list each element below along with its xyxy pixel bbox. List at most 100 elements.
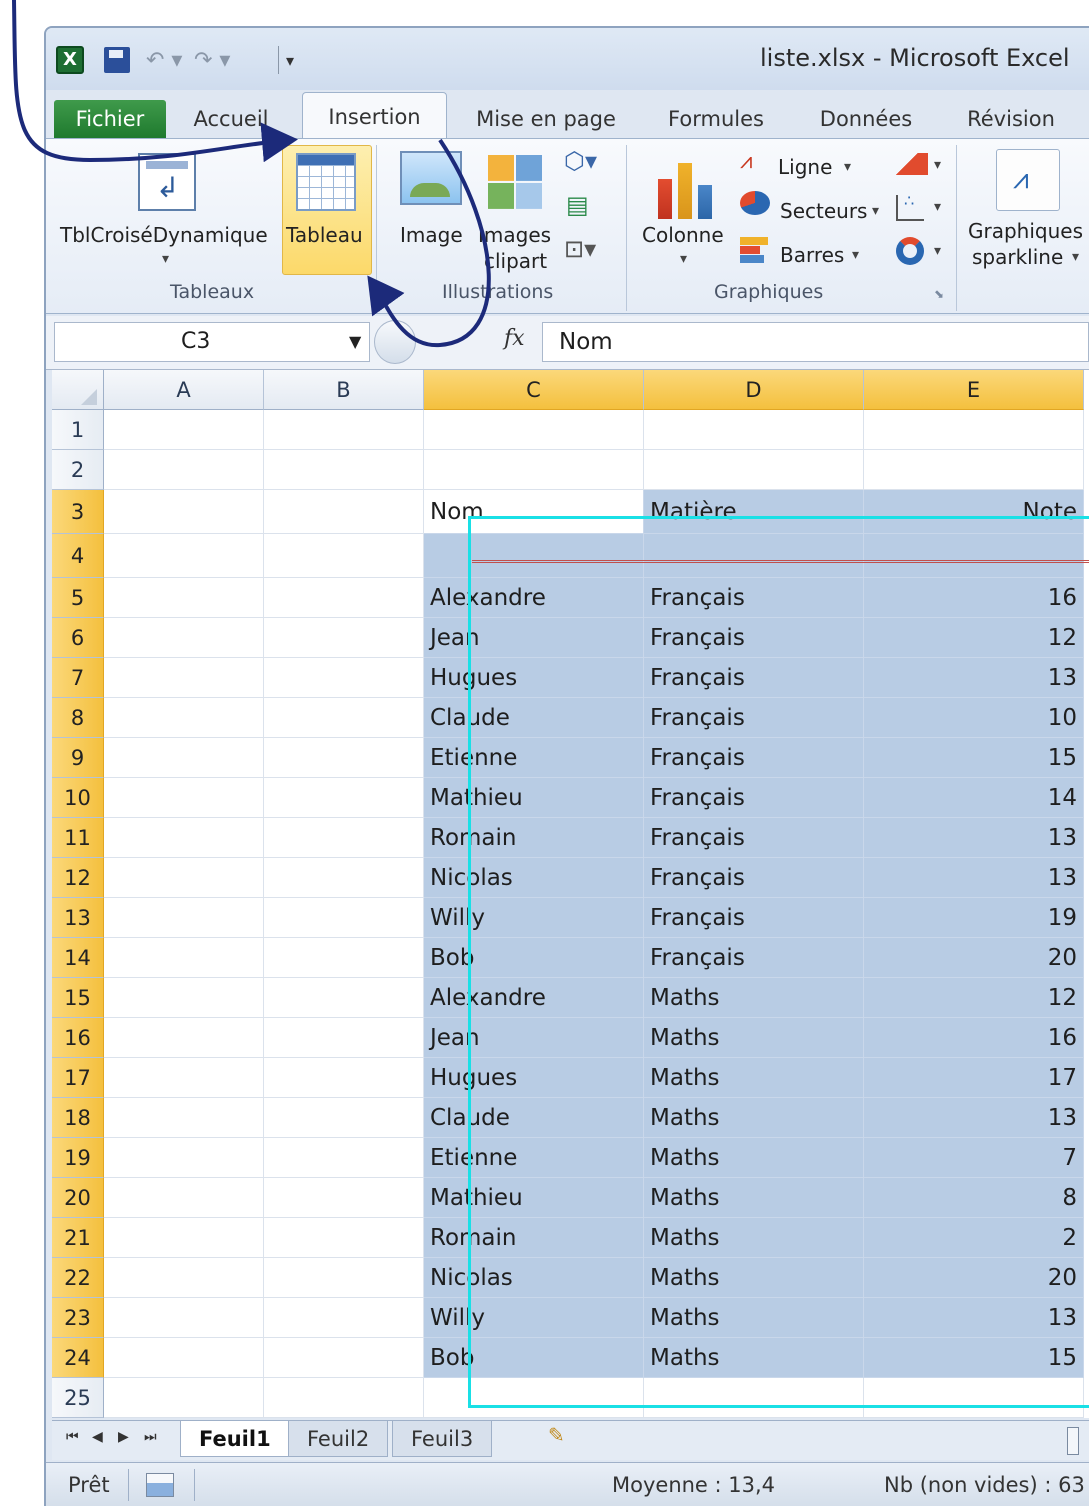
cell-e13[interactable]: 19	[864, 898, 1084, 938]
cell-e3[interactable]: Note	[864, 490, 1084, 534]
cell-c1[interactable]	[424, 410, 644, 450]
cell-e16[interactable]: 16	[864, 1018, 1084, 1058]
column-header-c[interactable]: C	[424, 370, 644, 410]
cell-a12[interactable]	[104, 858, 264, 898]
cell-c23[interactable]: Willy	[424, 1298, 644, 1338]
cell-e15[interactable]: 12	[864, 978, 1084, 1018]
first-sheet-icon[interactable]: ⏮	[66, 1429, 79, 1445]
cell-a3[interactable]	[104, 490, 264, 534]
cell-d11[interactable]: Français	[644, 818, 864, 858]
cell-a16[interactable]	[104, 1018, 264, 1058]
sparkline-button-line1[interactable]: Graphiques	[968, 219, 1083, 243]
sparkline-icon[interactable]	[996, 149, 1060, 211]
cell-d1[interactable]	[644, 410, 864, 450]
cell-d19[interactable]: Maths	[644, 1138, 864, 1178]
colonne-dropdown-icon[interactable]: ▾	[680, 251, 687, 267]
cell-e11[interactable]: 13	[864, 818, 1084, 858]
cell-c17[interactable]: Hugues	[424, 1058, 644, 1098]
cell-b6[interactable]	[264, 618, 424, 658]
cell-b21[interactable]	[264, 1218, 424, 1258]
cell-d13[interactable]: Français	[644, 898, 864, 938]
cell-e8[interactable]: 10	[864, 698, 1084, 738]
status-count[interactable]: Nb (non vides) : 63	[884, 1473, 1085, 1497]
row-header[interactable]: 25	[52, 1378, 104, 1418]
row-header[interactable]: 13	[52, 898, 104, 938]
cell-e17[interactable]: 17	[864, 1058, 1084, 1098]
cell-a6[interactable]	[104, 618, 264, 658]
excel-logo-icon[interactable]: X	[56, 46, 84, 74]
cell-b15[interactable]	[264, 978, 424, 1018]
insert-sheet-icon[interactable]: ✎	[548, 1423, 565, 1447]
cell-b8[interactable]	[264, 698, 424, 738]
column-header-e[interactable]: E	[864, 370, 1084, 410]
sheet-tab-feuil2[interactable]: Feuil2	[288, 1421, 389, 1457]
cell-c8[interactable]: Claude	[424, 698, 644, 738]
macro-record-icon[interactable]	[146, 1473, 174, 1497]
cell-c22[interactable]: Nicolas	[424, 1258, 644, 1298]
row-header[interactable]: 6	[52, 618, 104, 658]
row-header[interactable]: 12	[52, 858, 104, 898]
cell-a9[interactable]	[104, 738, 264, 778]
cell-c4[interactable]	[424, 534, 644, 578]
insert-function-icon[interactable]: fx	[504, 326, 525, 351]
table-icon[interactable]	[296, 153, 356, 211]
pivot-table-icon[interactable]	[138, 153, 196, 211]
secteurs-button[interactable]: Secteurs	[780, 199, 867, 223]
column-header-b[interactable]: B	[264, 370, 424, 410]
pivot-table-dropdown-icon[interactable]: ▾	[162, 251, 169, 267]
tab-insertion[interactable]: Insertion	[302, 92, 447, 140]
cell-d4[interactable]	[644, 534, 864, 578]
sheet-tab-feuil1[interactable]: Feuil1	[180, 1421, 290, 1457]
cell-d24[interactable]: Maths	[644, 1338, 864, 1378]
cell-d18[interactable]: Maths	[644, 1098, 864, 1138]
image-icon[interactable]	[400, 151, 462, 205]
clipart-icon[interactable]	[488, 155, 542, 209]
screenshot-icon[interactable]: ⊡▾	[564, 235, 596, 263]
cell-d9[interactable]: Français	[644, 738, 864, 778]
cell-d17[interactable]: Maths	[644, 1058, 864, 1098]
cell-c25[interactable]	[424, 1378, 644, 1418]
image-button[interactable]: Image	[400, 223, 463, 247]
cell-b3[interactable]	[264, 490, 424, 534]
cell-d23[interactable]: Maths	[644, 1298, 864, 1338]
status-average[interactable]: Moyenne : 13,4	[612, 1473, 775, 1497]
row-header[interactable]: 23	[52, 1298, 104, 1338]
worksheet-grid[interactable]: ABCDE 1 2 3 4 5 6 7 8 9 10 11 12 13 14 15 16 17 18 19 20 21 2…	[52, 370, 1089, 1418]
cell-a8[interactable]	[104, 698, 264, 738]
cell-e7[interactable]: 13	[864, 658, 1084, 698]
smartart-icon[interactable]: ▤	[566, 191, 589, 219]
name-box-dropdown-icon[interactable]: ▼	[349, 323, 361, 361]
cell-b1[interactable]	[264, 410, 424, 450]
cell-a11[interactable]	[104, 818, 264, 858]
cell-c10[interactable]: Mathieu	[424, 778, 644, 818]
cell-d15[interactable]: Maths	[644, 978, 864, 1018]
row-header[interactable]: 4	[52, 534, 104, 578]
cell-d22[interactable]: Maths	[644, 1258, 864, 1298]
row-header[interactable]: 10	[52, 778, 104, 818]
cell-d5[interactable]: Français	[644, 578, 864, 618]
cell-b10[interactable]	[264, 778, 424, 818]
cell-b25[interactable]	[264, 1378, 424, 1418]
cell-c7[interactable]: Hugues	[424, 658, 644, 698]
cell-e1[interactable]	[864, 410, 1084, 450]
cell-c2[interactable]	[424, 450, 644, 490]
cell-d6[interactable]: Français	[644, 618, 864, 658]
cell-b17[interactable]	[264, 1058, 424, 1098]
cell-e2[interactable]	[864, 450, 1084, 490]
cell-e14[interactable]: 20	[864, 938, 1084, 978]
tab-accueil[interactable]: Accueil	[186, 100, 276, 138]
cell-a13[interactable]	[104, 898, 264, 938]
scatter-chart-icon[interactable]	[896, 191, 924, 221]
cell-a2[interactable]	[104, 450, 264, 490]
cell-e25[interactable]	[864, 1378, 1084, 1418]
cell-b7[interactable]	[264, 658, 424, 698]
formula-bar-expand-button[interactable]	[374, 320, 416, 364]
cell-a7[interactable]	[104, 658, 264, 698]
cell-a21[interactable]	[104, 1218, 264, 1258]
undo-icon[interactable]: ↶ ▾	[146, 48, 186, 74]
cell-b11[interactable]	[264, 818, 424, 858]
cell-c5[interactable]: Alexandre	[424, 578, 644, 618]
cell-c12[interactable]: Nicolas	[424, 858, 644, 898]
cell-e10[interactable]: 14	[864, 778, 1084, 818]
cell-e20[interactable]: 8	[864, 1178, 1084, 1218]
